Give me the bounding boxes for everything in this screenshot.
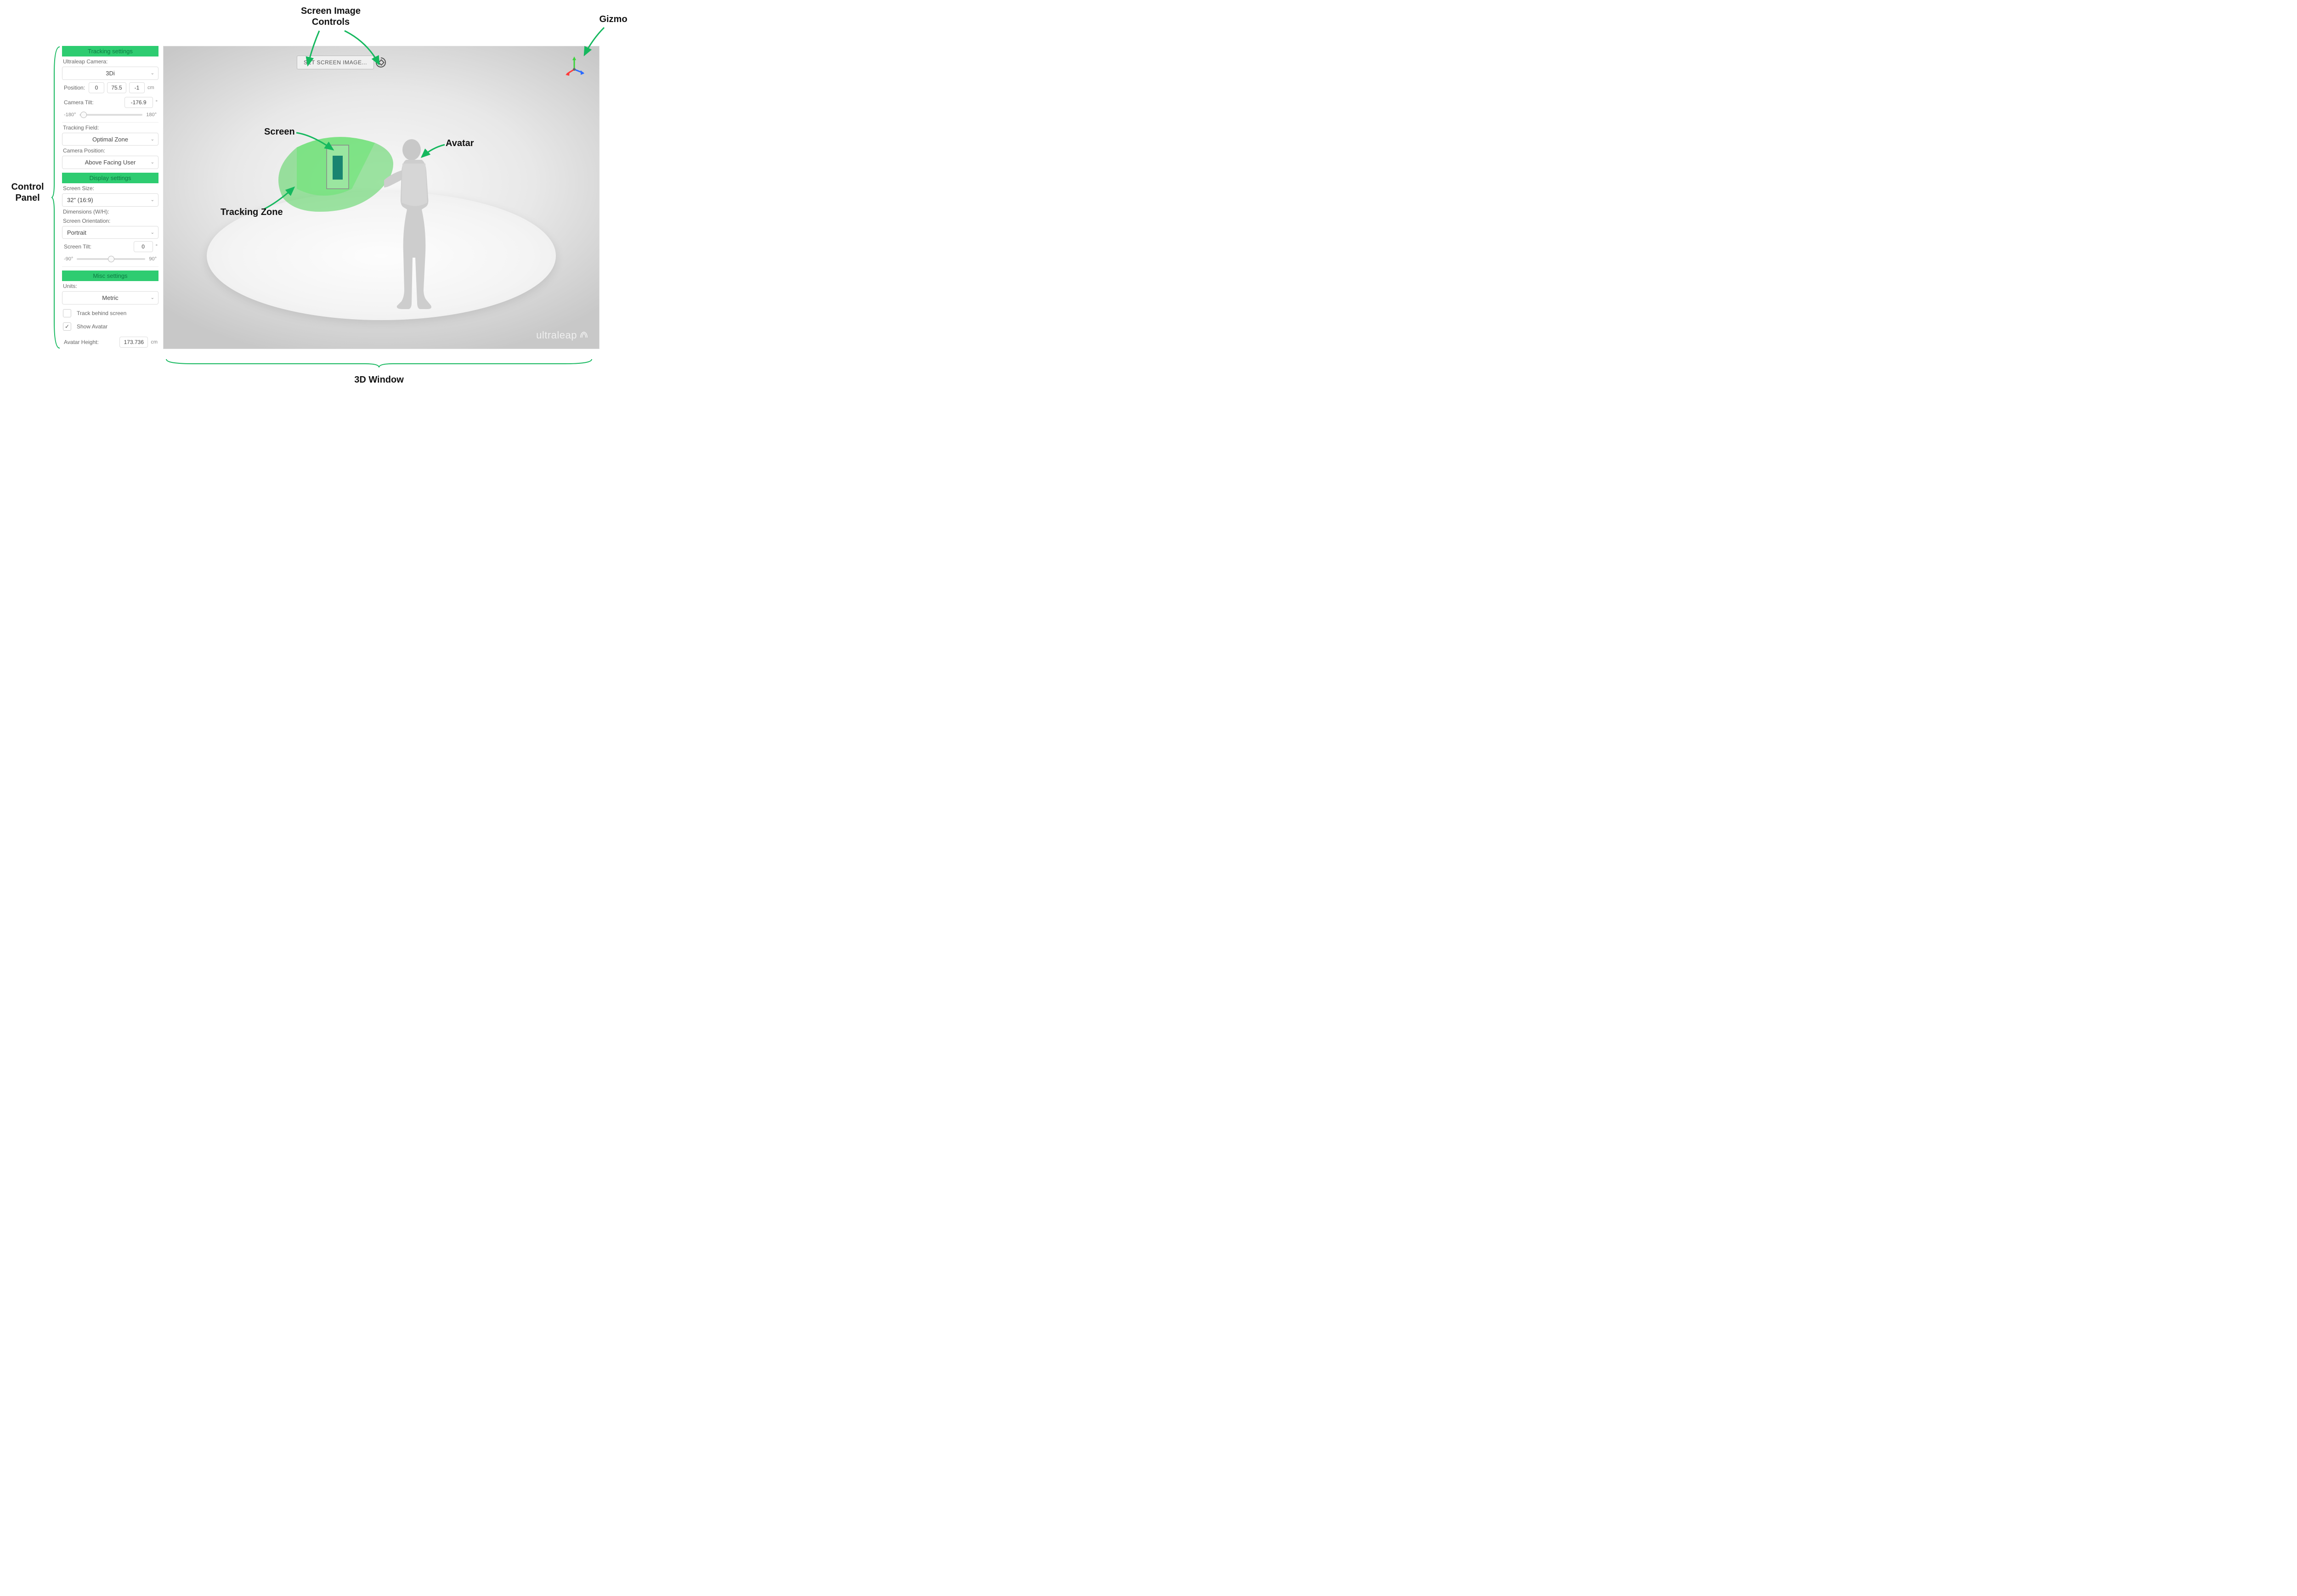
camera-position-select[interactable]: Above Facing User ⌄ (62, 156, 158, 169)
position-unit: cm (147, 85, 154, 90)
camera-position-label: Camera Position: (62, 147, 158, 155)
app-container: Tracking settings Ultraleap Camera: 3Di … (62, 46, 600, 349)
tilt-slider-min: -180° (64, 112, 76, 118)
tracking-field-value: Optimal Zone (92, 136, 128, 143)
position-y-input[interactable] (107, 82, 126, 93)
position-x-input[interactable] (89, 82, 104, 93)
brace-3d-window (165, 358, 593, 368)
screen-tilt-slider[interactable] (77, 258, 145, 260)
annotation-screen-image-controls: Screen Image Controls (289, 6, 372, 28)
chevron-down-icon: ⌄ (151, 137, 154, 142)
tilt-slider-max: 180° (146, 112, 157, 118)
avatar-height-label: Avatar Height: (63, 338, 117, 346)
tracking-zone-graphic (269, 134, 402, 216)
annotation-gizmo: Gizmo (595, 14, 632, 25)
avatar-height-unit: cm (151, 339, 158, 345)
misc-settings-header: Misc settings (62, 271, 158, 281)
annotation-tracking-zone: Tracking Zone (221, 207, 283, 218)
check-icon: ✓ (65, 323, 69, 330)
orientation-select[interactable]: Portrait ⌄ (62, 226, 158, 239)
logo-text: ultraleap (536, 329, 577, 341)
camera-tilt-slider[interactable] (79, 114, 142, 116)
camera-tilt-label: Camera Tilt: (63, 98, 122, 107)
screen-size-label: Screen Size: (62, 184, 158, 192)
screen-tilt-slider-min: -90° (64, 256, 73, 262)
units-value: Metric (102, 294, 118, 301)
orientation-value: Portrait (67, 229, 86, 236)
annotation-screen: Screen (264, 126, 295, 137)
camera-label: Ultraleap Camera: (62, 57, 158, 66)
display-settings-header: Display settings (62, 173, 158, 183)
units-select[interactable]: Metric ⌄ (62, 291, 158, 305)
ultraleap-logo: ultraleap (536, 329, 589, 341)
chevron-down-icon: ⌄ (151, 71, 154, 76)
avatar-height-input[interactable] (119, 337, 148, 348)
units-label: Units: (62, 282, 158, 290)
camera-tilt-input[interactable] (124, 97, 153, 108)
slider-thumb[interactable] (80, 112, 87, 118)
3d-viewport[interactable]: SET SCREEN IMAGE... ultraleap (163, 46, 600, 349)
camera-tilt-unit: ° (156, 100, 158, 105)
control-panel: Tracking settings Ultraleap Camera: 3Di … (62, 46, 158, 349)
tracking-field-label: Tracking Field: (62, 124, 158, 132)
position-z-input[interactable] (129, 82, 145, 93)
logo-icon (579, 330, 589, 340)
screen-tilt-label: Screen Tilt: (63, 243, 131, 251)
track-behind-label: Track behind screen (77, 310, 126, 316)
orientation-gizmo[interactable] (563, 56, 585, 78)
tracking-settings-header: Tracking settings (62, 46, 158, 56)
avatar-figure (384, 138, 444, 313)
dimensions-label: Dimensions (W/H): (62, 208, 158, 216)
chevron-down-icon: ⌄ (151, 197, 154, 203)
annotation-3d-window: 3D Window (347, 374, 411, 385)
screen-size-select[interactable]: 32" (16:9) ⌄ (62, 193, 158, 207)
chevron-down-icon: ⌄ (151, 230, 154, 235)
show-avatar-checkbox[interactable]: ✓ (63, 322, 71, 331)
rotate-screen-icon[interactable] (375, 56, 387, 68)
screen-tilt-slider-max: 90° (149, 256, 157, 262)
set-screen-image-label: SET SCREEN IMAGE... (304, 59, 367, 66)
chevron-down-icon: ⌄ (151, 295, 154, 300)
annotation-control-panel: Control Panel (5, 181, 51, 203)
screen-size-value: 32" (16:9) (67, 197, 93, 203)
annotation-avatar: Avatar (446, 138, 474, 149)
screen-tilt-unit: ° (156, 244, 158, 249)
position-label: Position: (63, 84, 86, 92)
camera-position-value: Above Facing User (85, 159, 136, 166)
brace-control-panel (51, 46, 62, 349)
tracking-field-select[interactable]: Optimal Zone ⌄ (62, 133, 158, 146)
camera-select[interactable]: 3Di ⌄ (62, 67, 158, 80)
show-avatar-label: Show Avatar (77, 323, 107, 330)
chevron-down-icon: ⌄ (151, 160, 154, 165)
set-screen-image-button[interactable]: SET SCREEN IMAGE... (297, 56, 374, 69)
track-behind-checkbox[interactable] (63, 309, 71, 317)
screen-tilt-input[interactable] (134, 241, 153, 252)
slider-thumb[interactable] (108, 256, 114, 262)
camera-select-value: 3Di (106, 70, 115, 77)
orientation-label: Screen Orientation: (62, 217, 158, 225)
